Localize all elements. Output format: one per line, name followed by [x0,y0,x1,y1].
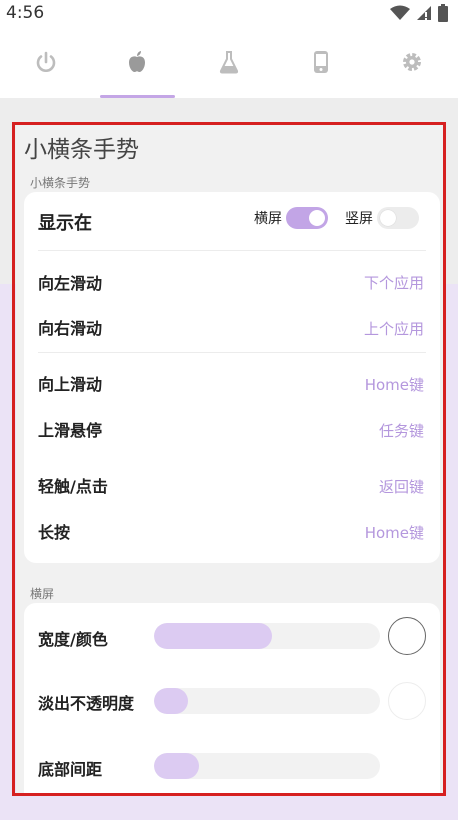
slider-fade-opacity[interactable] [154,688,380,714]
gesture-value-swipe-right[interactable]: 上个应用 [364,318,424,339]
slider-bottom-spacing[interactable] [154,753,380,779]
tab-device[interactable] [275,26,367,98]
tab-lab[interactable] [183,26,275,98]
power-icon [36,51,56,72]
portrait-switch[interactable] [377,207,419,229]
gesture-label-long-press: 长按 [38,523,71,542]
gesture-value-long-press[interactable]: Home键 [365,522,424,543]
tab-apple[interactable] [92,26,184,98]
phone-icon [313,51,328,73]
section-label-gesture: 小横条手势 [30,176,91,190]
gesture-label-tap: 轻触/点击 [38,477,108,496]
portrait-label: 竖屏 [345,211,373,227]
show-on-label: 显示在 [38,213,92,234]
status-bar: 4:56 [0,0,458,26]
slider-label-width-color: 宽度/颜色 [38,630,108,649]
status-time: 4:56 [6,3,45,23]
tab-power[interactable] [0,26,92,98]
apple-icon [129,51,146,73]
gesture-value-tap[interactable]: 返回键 [379,476,424,497]
status-icons [390,4,448,22]
gesture-value-swipe-left[interactable]: 下个应用 [364,272,424,293]
wifi-icon [390,5,410,20]
slider-label-bottom-spacing: 底部间距 [38,760,103,779]
landscape-toggle-group: 横屏 [254,207,328,229]
landscape-card: 宽度/颜色 淡出不透明度 底部间距 [24,603,440,794]
gear-icon [403,53,422,71]
switch-knob [380,210,396,226]
tab-settings[interactable] [366,26,458,98]
opacity-swatch[interactable] [388,682,426,720]
landscape-label: 横屏 [254,211,282,227]
signal-icon [417,6,431,20]
gesture-value-swipe-up[interactable]: Home键 [365,374,424,395]
divider [38,352,426,353]
gesture-label-swipe-left: 向左滑动 [38,274,103,293]
gesture-label-swipe-hold: 上滑悬停 [38,421,103,440]
page-title: 小横条手势 [24,137,139,163]
slider-label-fade-opacity: 淡出不透明度 [38,694,135,713]
landscape-switch[interactable] [286,207,328,229]
gesture-value-swipe-hold[interactable]: 任务键 [379,420,424,441]
gesture-card: 显示在 横屏 竖屏 向左滑动 下个应用 向右滑动 上个应用 向上滑动 Home键… [24,192,440,563]
slider-fill [154,753,200,779]
battery-icon [438,4,448,22]
section-label-landscape: 横屏 [30,587,55,601]
slider-fill [154,623,272,649]
slider-width[interactable] [154,623,380,649]
gesture-label-swipe-up: 向上滑动 [38,375,103,394]
divider [38,250,426,251]
gesture-label-swipe-right: 向右滑动 [38,319,103,338]
color-swatch[interactable] [388,617,426,655]
tab-bar [0,26,458,98]
portrait-toggle-group: 竖屏 [345,207,419,229]
switch-knob [309,210,325,226]
settings-panel: 小横条手势 小横条手势 显示在 横屏 竖屏 向左滑动 下个应用 向右滑动 上个应… [16,124,443,794]
flask-icon [219,51,239,74]
slider-fill [154,688,188,714]
